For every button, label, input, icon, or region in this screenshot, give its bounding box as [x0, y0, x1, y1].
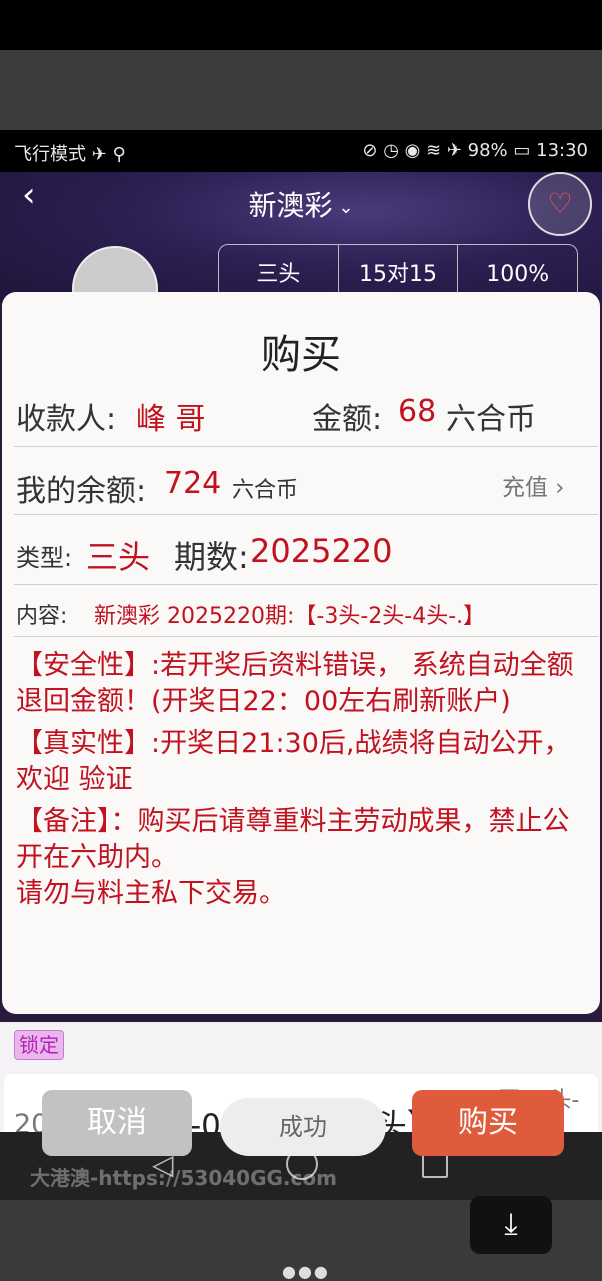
divider: [14, 636, 598, 637]
issue-value: 2025220: [250, 532, 393, 570]
app-header: ‹ 新澳彩 ⌄ ♡ 三头 15对15 100%: [0, 172, 602, 332]
note-authenticity: 【真实性】:开奖日21:30后,战绩将自动公开，欢迎 验证: [16, 728, 571, 795]
type-label: 类型:: [16, 544, 73, 572]
purchase-notes: 【安全性】:若开奖后资料错误， 系统自动全额退回金额！(开奖日22：00左右刷新…: [16, 648, 594, 918]
download-icon[interactable]: ⤓: [470, 1196, 552, 1254]
success-button[interactable]: 成功: [220, 1098, 386, 1156]
heart-icon[interactable]: ♡: [528, 172, 592, 236]
status-bar: 飞行模式 ✈ ⚲ ⊘ ◷ ◉ ≋ ✈ 98% ▭ 13:30: [0, 130, 602, 172]
purchase-dialog: 购买 收款人: 峰 哥 金额: 68 六合币 我的余额: 724 六合币 充值 …: [2, 292, 600, 1156]
balance-unit: 六合币: [232, 478, 299, 503]
content-value: 新澳彩 2025220期:【-3头-2头-4头-.】: [94, 604, 486, 629]
balance-label: 我的余额:: [16, 474, 147, 509]
dialog-title: 购买: [261, 332, 341, 378]
divider: [14, 446, 598, 447]
amount-value: 68: [398, 394, 437, 429]
viewer-top-bar: [0, 0, 602, 50]
locked-badge: 锁定: [14, 1030, 64, 1060]
issue-label: 期数:: [174, 538, 249, 576]
chevron-down-icon: ⌄: [338, 196, 354, 218]
balance-value: 724: [164, 466, 222, 501]
note-remark: 【备注】：购买后请尊重料主劳动成果，禁止公开在六助内。 请勿与料主私下交易。: [16, 806, 570, 909]
lottery-selector[interactable]: 新澳彩 ⌄: [0, 184, 602, 224]
buy-button[interactable]: 购买: [412, 1090, 564, 1156]
note-safety: 【安全性】:若开奖后资料错误， 系统自动全额退回金额！(开奖日22：00左右刷新…: [16, 650, 574, 717]
payee-value: 峰 哥: [136, 402, 206, 437]
type-value: 三头: [86, 538, 151, 576]
amount-unit: 六合币: [446, 402, 536, 437]
watermark-text: 大港澳-https://53040GG.com: [30, 1166, 337, 1190]
status-right: ⊘ ◷ ◉ ≋ ✈ 98% ▭ 13:30: [362, 140, 588, 161]
phone-screen: 飞行模式 ✈ ⚲ ⊘ ◷ ◉ ≋ ✈ 98% ▭ 13:30 ‹ 新澳彩 ⌄ ♡ …: [0, 130, 602, 1200]
amount-label: 金额:: [312, 402, 383, 437]
page-indicator: ●●●: [282, 1262, 330, 1281]
app-title-text: 新澳彩: [248, 189, 333, 222]
recharge-link[interactable]: 充值 ›: [502, 468, 565, 502]
content-label: 内容:: [16, 604, 68, 629]
payee-label: 收款人:: [16, 402, 117, 437]
cancel-button[interactable]: 取消: [42, 1090, 192, 1156]
divider: [14, 514, 598, 515]
viewer-top-band: [0, 50, 602, 130]
divider: [14, 584, 598, 585]
status-left: 飞行模式 ✈ ⚲: [14, 144, 126, 165]
